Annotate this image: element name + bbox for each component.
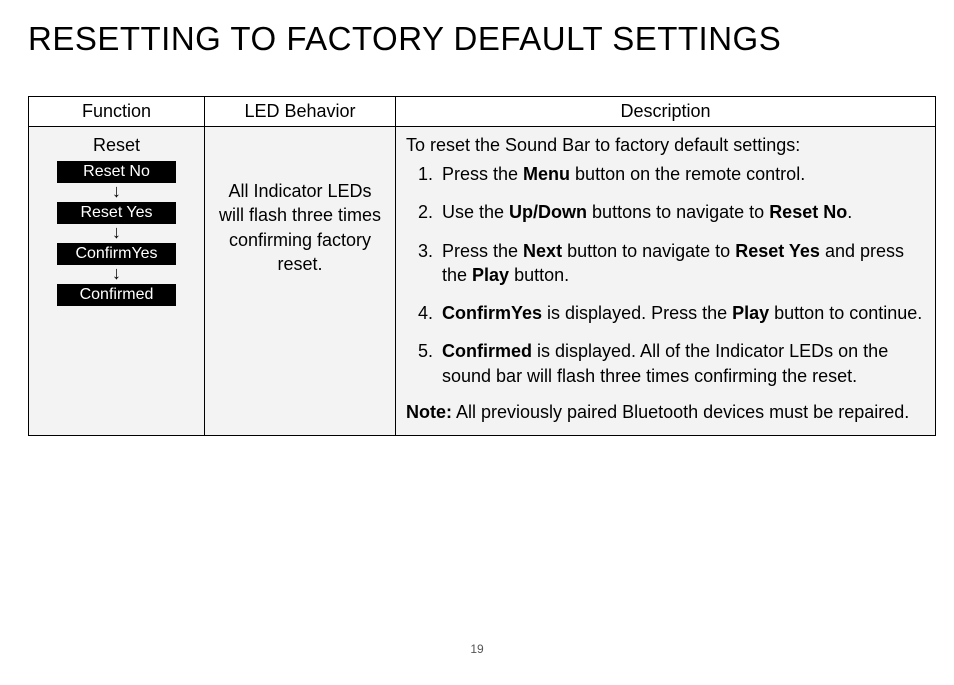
cell-description: To reset the Sound Bar to factory defaul… <box>396 127 936 436</box>
header-description: Description <box>396 97 936 127</box>
step-4: ConfirmYes is displayed. Press the Play … <box>438 301 925 325</box>
arrow-down-icon: ↓ <box>39 184 194 198</box>
step-2: Use the Up/Down buttons to navigate to R… <box>438 200 925 224</box>
led-behavior-text: All Indicator LEDs will flash three time… <box>215 133 385 276</box>
description-intro: To reset the Sound Bar to factory defaul… <box>406 135 925 156</box>
chip-confirmed: Confirmed <box>57 284 176 306</box>
chip-reset-no: Reset No <box>57 161 176 183</box>
header-function: Function <box>29 97 205 127</box>
page-title: RESETTING TO FACTORY DEFAULT SETTINGS <box>28 20 936 58</box>
page-number: 19 <box>0 642 954 656</box>
arrow-down-icon: ↓ <box>39 266 194 280</box>
cell-function: Reset Reset No ↓ Reset Yes ↓ ConfirmYes … <box>29 127 205 436</box>
function-title: Reset <box>39 135 194 156</box>
step-5: Confirmed is displayed. All of the Indic… <box>438 339 925 388</box>
chip-reset-yes: Reset Yes <box>57 202 176 224</box>
cell-led-behavior: All Indicator LEDs will flash three time… <box>205 127 396 436</box>
step-3: Press the Next button to navigate to Res… <box>438 239 925 288</box>
note: Note: All previously paired Bluetooth de… <box>406 402 925 423</box>
header-led: LED Behavior <box>205 97 396 127</box>
settings-table: Function LED Behavior Description Reset … <box>28 96 936 436</box>
chip-confirm-yes: ConfirmYes <box>57 243 176 265</box>
step-1: Press the Menu button on the remote cont… <box>438 162 925 186</box>
reset-steps-list: Press the Menu button on the remote cont… <box>406 162 925 388</box>
arrow-down-icon: ↓ <box>39 225 194 239</box>
